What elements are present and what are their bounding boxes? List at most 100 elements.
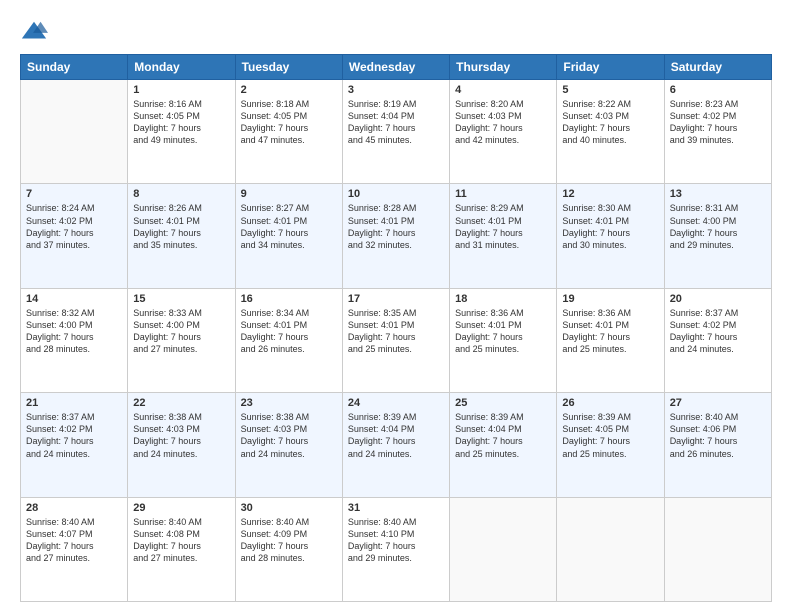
day-number: 12: [562, 188, 658, 200]
calendar-cell: 26 Sunrise: 8:39 AMSunset: 4:05 PMDayligh…: [557, 393, 664, 497]
cell-info: Sunrise: 8:32 AMSunset: 4:00 PMDaylight:…: [26, 307, 122, 356]
day-number: 1: [133, 84, 229, 96]
day-number: 15: [133, 293, 229, 305]
calendar-cell: 1 Sunrise: 8:16 AMSunset: 4:05 PMDaylight…: [128, 80, 235, 184]
day-number: 4: [455, 84, 551, 96]
cell-info: Sunrise: 8:34 AMSunset: 4:01 PMDaylight:…: [241, 307, 337, 356]
calendar-cell: 5 Sunrise: 8:22 AMSunset: 4:03 PMDaylight…: [557, 80, 664, 184]
calendar-cell: 27 Sunrise: 8:40 AMSunset: 4:06 PMDayligh…: [664, 393, 771, 497]
day-number: 25: [455, 397, 551, 409]
calendar-cell: 25 Sunrise: 8:39 AMSunset: 4:04 PMDayligh…: [450, 393, 557, 497]
cell-info: Sunrise: 8:18 AMSunset: 4:05 PMDaylight:…: [241, 98, 337, 147]
cell-info: Sunrise: 8:40 AMSunset: 4:08 PMDaylight:…: [133, 516, 229, 565]
day-number: 24: [348, 397, 444, 409]
calendar-cell: 23 Sunrise: 8:38 AMSunset: 4:03 PMDayligh…: [235, 393, 342, 497]
calendar-week-row: 7 Sunrise: 8:24 AMSunset: 4:02 PMDaylight…: [21, 184, 772, 288]
day-number: 2: [241, 84, 337, 96]
cell-info: Sunrise: 8:20 AMSunset: 4:03 PMDaylight:…: [455, 98, 551, 147]
calendar-header-wednesday: Wednesday: [342, 55, 449, 80]
logo-icon: [20, 18, 48, 46]
calendar-cell: 28 Sunrise: 8:40 AMSunset: 4:07 PMDayligh…: [21, 497, 128, 601]
calendar-cell: 19 Sunrise: 8:36 AMSunset: 4:01 PMDayligh…: [557, 288, 664, 392]
day-number: 7: [26, 188, 122, 200]
calendar-table: SundayMondayTuesdayWednesdayThursdayFrid…: [20, 54, 772, 602]
cell-info: Sunrise: 8:33 AMSunset: 4:00 PMDaylight:…: [133, 307, 229, 356]
day-number: 17: [348, 293, 444, 305]
cell-info: Sunrise: 8:40 AMSunset: 4:10 PMDaylight:…: [348, 516, 444, 565]
cell-info: Sunrise: 8:39 AMSunset: 4:04 PMDaylight:…: [348, 411, 444, 460]
calendar-week-row: 21 Sunrise: 8:37 AMSunset: 4:02 PMDayligh…: [21, 393, 772, 497]
calendar-cell: 8 Sunrise: 8:26 AMSunset: 4:01 PMDaylight…: [128, 184, 235, 288]
calendar-cell: 18Sunrise: 8:36 AMSunset: 4:01 PMDayligh…: [450, 288, 557, 392]
calendar-cell: 11 Sunrise: 8:29 AMSunset: 4:01 PMDayligh…: [450, 184, 557, 288]
calendar-cell: 16 Sunrise: 8:34 AMSunset: 4:01 PMDayligh…: [235, 288, 342, 392]
cell-info: Sunrise: 8:38 AMSunset: 4:03 PMDaylight:…: [241, 411, 337, 460]
cell-info: Sunrise: 8:40 AMSunset: 4:06 PMDaylight:…: [670, 411, 766, 460]
day-number: 8: [133, 188, 229, 200]
cell-info: Sunrise: 8:39 AMSunset: 4:04 PMDaylight:…: [455, 411, 551, 460]
calendar-cell: 6Sunrise: 8:23 AMSunset: 4:02 PMDaylight…: [664, 80, 771, 184]
cell-info: Sunrise: 8:31 AMSunset: 4:00 PMDaylight:…: [670, 202, 766, 251]
cell-info: Sunrise: 8:37 AMSunset: 4:02 PMDaylight:…: [26, 411, 122, 460]
cell-info: Sunrise: 8:22 AMSunset: 4:03 PMDaylight:…: [562, 98, 658, 147]
day-number: 26: [562, 397, 658, 409]
header: [20, 18, 772, 46]
calendar-cell: 31Sunrise: 8:40 AMSunset: 4:10 PMDayligh…: [342, 497, 449, 601]
calendar-cell: 3 Sunrise: 8:19 AMSunset: 4:04 PMDaylight…: [342, 80, 449, 184]
calendar-cell: 22Sunrise: 8:38 AMSunset: 4:03 PMDayligh…: [128, 393, 235, 497]
cell-info: Sunrise: 8:35 AMSunset: 4:01 PMDaylight:…: [348, 307, 444, 356]
calendar-header-friday: Friday: [557, 55, 664, 80]
calendar-cell: [450, 497, 557, 601]
calendar-cell: 21 Sunrise: 8:37 AMSunset: 4:02 PMDayligh…: [21, 393, 128, 497]
day-number: 3: [348, 84, 444, 96]
calendar-cell: 17 Sunrise: 8:35 AMSunset: 4:01 PMDayligh…: [342, 288, 449, 392]
cell-info: Sunrise: 8:38 AMSunset: 4:03 PMDaylight:…: [133, 411, 229, 460]
day-number: 16: [241, 293, 337, 305]
calendar-cell: 10Sunrise: 8:28 AMSunset: 4:01 PMDayligh…: [342, 184, 449, 288]
cell-info: Sunrise: 8:30 AMSunset: 4:01 PMDaylight:…: [562, 202, 658, 251]
day-number: 30: [241, 502, 337, 514]
logo: [20, 18, 52, 46]
day-number: 18: [455, 293, 551, 305]
calendar-cell: 30 Sunrise: 8:40 AMSunset: 4:09 PMDayligh…: [235, 497, 342, 601]
cell-info: Sunrise: 8:27 AMSunset: 4:01 PMDaylight:…: [241, 202, 337, 251]
calendar-cell: 13 Sunrise: 8:31 AMSunset: 4:00 PMDayligh…: [664, 184, 771, 288]
cell-info: Sunrise: 8:29 AMSunset: 4:01 PMDaylight:…: [455, 202, 551, 251]
calendar-cell: [664, 497, 771, 601]
cell-info: Sunrise: 8:36 AMSunset: 4:01 PMDaylight:…: [562, 307, 658, 356]
calendar-cell: 29 Sunrise: 8:40 AMSunset: 4:08 PMDayligh…: [128, 497, 235, 601]
calendar-cell: 14 Sunrise: 8:32 AMSunset: 4:00 PMDayligh…: [21, 288, 128, 392]
day-number: 28: [26, 502, 122, 514]
cell-info: Sunrise: 8:23 AMSunset: 4:02 PMDaylight:…: [670, 98, 766, 147]
calendar-cell: 12 Sunrise: 8:30 AMSunset: 4:01 PMDayligh…: [557, 184, 664, 288]
calendar-cell: 7 Sunrise: 8:24 AMSunset: 4:02 PMDaylight…: [21, 184, 128, 288]
cell-info: Sunrise: 8:39 AMSunset: 4:05 PMDaylight:…: [562, 411, 658, 460]
day-number: 13: [670, 188, 766, 200]
calendar-cell: [21, 80, 128, 184]
cell-info: Sunrise: 8:28 AMSunset: 4:01 PMDaylight:…: [348, 202, 444, 251]
cell-info: Sunrise: 8:16 AMSunset: 4:05 PMDaylight:…: [133, 98, 229, 147]
day-number: 19: [562, 293, 658, 305]
day-number: 14: [26, 293, 122, 305]
day-number: 9: [241, 188, 337, 200]
calendar-cell: 9 Sunrise: 8:27 AMSunset: 4:01 PMDaylight…: [235, 184, 342, 288]
calendar-header-monday: Monday: [128, 55, 235, 80]
day-number: 27: [670, 397, 766, 409]
day-number: 23: [241, 397, 337, 409]
calendar-cell: [557, 497, 664, 601]
calendar-cell: 20Sunrise: 8:37 AMSunset: 4:02 PMDayligh…: [664, 288, 771, 392]
calendar-cell: 2 Sunrise: 8:18 AMSunset: 4:05 PMDaylight…: [235, 80, 342, 184]
day-number: 21: [26, 397, 122, 409]
calendar-cell: 4 Sunrise: 8:20 AMSunset: 4:03 PMDaylight…: [450, 80, 557, 184]
day-number: 29: [133, 502, 229, 514]
cell-info: Sunrise: 8:19 AMSunset: 4:04 PMDaylight:…: [348, 98, 444, 147]
cell-info: Sunrise: 8:24 AMSunset: 4:02 PMDaylight:…: [26, 202, 122, 251]
calendar-week-row: 14 Sunrise: 8:32 AMSunset: 4:00 PMDayligh…: [21, 288, 772, 392]
cell-info: Sunrise: 8:40 AMSunset: 4:09 PMDaylight:…: [241, 516, 337, 565]
cell-info: Sunrise: 8:26 AMSunset: 4:01 PMDaylight:…: [133, 202, 229, 251]
calendar-header-sunday: Sunday: [21, 55, 128, 80]
calendar-header-saturday: Saturday: [664, 55, 771, 80]
day-number: 5: [562, 84, 658, 96]
cell-info: Sunrise: 8:40 AMSunset: 4:07 PMDaylight:…: [26, 516, 122, 565]
day-number: 11: [455, 188, 551, 200]
